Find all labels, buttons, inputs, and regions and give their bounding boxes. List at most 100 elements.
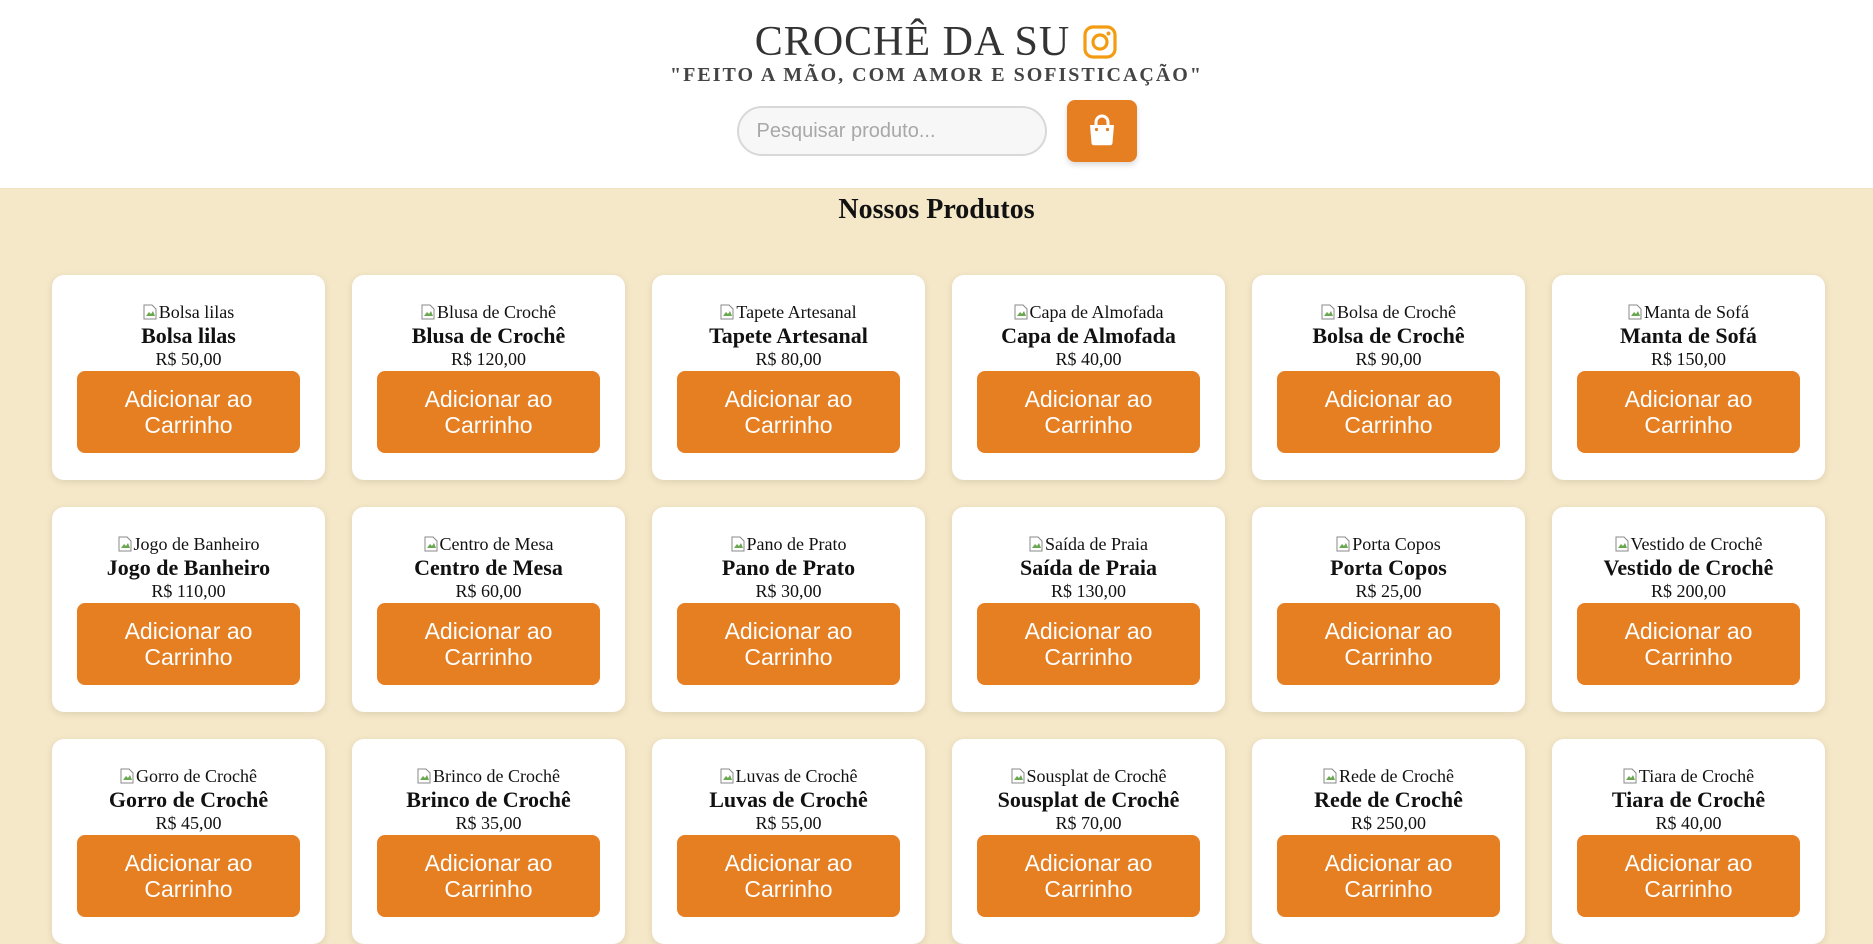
- product-image-alt: Brinco de Crochê: [433, 765, 560, 786]
- broken-image-icon: [1628, 304, 1642, 320]
- product-name: Luvas de Crochê: [709, 787, 868, 812]
- add-to-cart-button[interactable]: Adicionar ao Carrinho: [977, 371, 1200, 453]
- product-image-alt: Saída de Praia: [1045, 533, 1148, 554]
- product-grid: Bolsa lilas Bolsa lilas R$ 50,00 Adicionar …: [52, 275, 1825, 944]
- product-card: Bolsa lilas Bolsa lilas R$ 50,00 Adicionar …: [52, 275, 325, 480]
- product-card: Blusa de Crochê Blusa de Crochê R$ 120,00 A…: [352, 275, 625, 480]
- product-image: Saída de Praia: [952, 533, 1225, 555]
- products-section: Nossos Produtos Bolsa lilas Bolsa lilas R$…: [0, 193, 1873, 944]
- search-input[interactable]: [736, 106, 1047, 156]
- product-image-alt: Bolsa lilas: [158, 301, 235, 322]
- product-name: Brinco de Crochê: [406, 787, 571, 812]
- product-image: Manta de Sofá: [1552, 301, 1825, 323]
- add-to-cart-button[interactable]: Adicionar ao Carrinho: [377, 371, 600, 453]
- product-price: R$ 35,00: [455, 813, 522, 833]
- product-name: Bolsa de Crochê: [1312, 323, 1465, 348]
- product-price: R$ 40,00: [1655, 813, 1722, 833]
- broken-image-icon: [1029, 536, 1043, 552]
- product-card: Bolsa de Crochê Bolsa de Crochê R$ 90,00 Ad…: [1252, 275, 1525, 480]
- product-price: R$ 200,00: [1650, 581, 1726, 601]
- product-price: R$ 25,00: [1355, 581, 1422, 601]
- product-image-alt: Rede de Crochê: [1339, 765, 1454, 786]
- add-to-cart-button[interactable]: Adicionar ao Carrinho: [1277, 371, 1500, 453]
- product-name: Jogo de Banheiro: [106, 555, 271, 580]
- add-to-cart-button[interactable]: Adicionar ao Carrinho: [377, 835, 600, 917]
- product-name: Rede de Crochê: [1314, 787, 1463, 812]
- product-name: Tiara de Crochê: [1611, 787, 1766, 812]
- product-price: R$ 130,00: [1050, 581, 1126, 601]
- broken-image-icon: [1321, 304, 1335, 320]
- product-image-alt: Centro de Mesa: [439, 533, 554, 554]
- site-header: CROCHÊ DA SU "FEITO A MÃO, COM AMOR E SO…: [0, 0, 1873, 189]
- product-name: Manta de Sofá: [1620, 323, 1757, 348]
- product-image-alt: Luvas de Crochê: [735, 765, 858, 786]
- product-price: R$ 150,00: [1650, 349, 1726, 369]
- product-image: Luvas de Crochê: [652, 765, 925, 787]
- broken-image-icon: [720, 304, 734, 320]
- broken-image-icon: [720, 768, 734, 784]
- product-name: Pano de Prato: [721, 555, 856, 580]
- broken-image-icon: [731, 536, 745, 552]
- broken-image-icon: [1014, 304, 1028, 320]
- product-image: Bolsa lilas: [52, 301, 325, 323]
- broken-image-icon: [120, 768, 134, 784]
- add-to-cart-button[interactable]: Adicionar ao Carrinho: [677, 603, 900, 685]
- product-price: R$ 30,00: [755, 581, 822, 601]
- add-to-cart-button[interactable]: Adicionar ao Carrinho: [377, 603, 600, 685]
- add-to-cart-button[interactable]: Adicionar ao Carrinho: [1277, 603, 1500, 685]
- add-to-cart-button[interactable]: Adicionar ao Carrinho: [1277, 835, 1500, 917]
- product-card: Manta de Sofá Manta de Sofá R$ 150,00 Adici…: [1552, 275, 1825, 480]
- product-image-alt: Porta Copos: [1352, 533, 1441, 554]
- product-price: R$ 80,00: [755, 349, 822, 369]
- brand-row: CROCHÊ DA SU: [0, 18, 1873, 66]
- product-card: Gorro de Crochê Gorro de Crochê R$ 45,00 Ad…: [52, 739, 325, 944]
- add-to-cart-button[interactable]: Adicionar ao Carrinho: [77, 835, 300, 917]
- brand-title: CROCHÊ DA SU: [754, 19, 1071, 65]
- product-price: R$ 40,00: [1055, 349, 1122, 369]
- product-image-alt: Tiara de Crochê: [1638, 765, 1755, 786]
- product-name: Centro de Mesa: [414, 555, 563, 580]
- product-name: Gorro de Crochê: [108, 787, 269, 812]
- product-image-alt: Jogo de Banheiro: [133, 533, 260, 554]
- add-to-cart-button[interactable]: Adicionar ao Carrinho: [977, 835, 1200, 917]
- product-card: Capa de Almofada Capa de Almofada R$ 40,00…: [952, 275, 1225, 480]
- broken-image-icon: [1323, 768, 1337, 784]
- product-image: Jogo de Banheiro: [52, 533, 325, 555]
- tagline: "FEITO A MÃO, COM AMOR E SOFISTICAÇÃO": [670, 64, 1203, 86]
- broken-image-icon: [424, 536, 438, 552]
- product-image-alt: Vestido de Crochê: [1630, 533, 1763, 554]
- product-image: Vestido de Crochê: [1552, 533, 1825, 555]
- product-price: R$ 55,00: [755, 813, 822, 833]
- search-row: [0, 100, 1873, 162]
- product-image: Capa de Almofada: [952, 301, 1225, 323]
- add-to-cart-button[interactable]: Adicionar ao Carrinho: [677, 835, 900, 917]
- add-to-cart-button[interactable]: Adicionar ao Carrinho: [1577, 603, 1800, 685]
- broken-image-icon: [118, 536, 132, 552]
- product-price: R$ 120,00: [450, 349, 526, 369]
- product-image-alt: Blusa de Crochê: [437, 301, 556, 322]
- add-to-cart-button[interactable]: Adicionar ao Carrinho: [1577, 371, 1800, 453]
- cart-button[interactable]: [1066, 100, 1137, 162]
- product-image: Blusa de Crochê: [352, 301, 625, 323]
- add-to-cart-button[interactable]: Adicionar ao Carrinho: [977, 603, 1200, 685]
- add-to-cart-button[interactable]: Adicionar ao Carrinho: [77, 371, 300, 453]
- product-image: Pano de Prato: [652, 533, 925, 555]
- product-price: R$ 110,00: [151, 581, 226, 601]
- broken-image-icon: [1623, 768, 1637, 784]
- product-name: Porta Copos: [1330, 555, 1447, 580]
- add-to-cart-button[interactable]: Adicionar ao Carrinho: [677, 371, 900, 453]
- add-to-cart-button[interactable]: Adicionar ao Carrinho: [77, 603, 300, 685]
- product-name: Sousplat de Crochê: [997, 787, 1180, 812]
- product-price: R$ 90,00: [1355, 349, 1422, 369]
- product-card: Sousplat de Crochê Sousplat de Crochê R$ 7…: [952, 739, 1225, 944]
- add-to-cart-button[interactable]: Adicionar ao Carrinho: [1577, 835, 1800, 917]
- product-price: R$ 70,00: [1055, 813, 1122, 833]
- product-card: Tapete Artesanal Tapete Artesanal R$ 80,00…: [652, 275, 925, 480]
- product-card: Rede de Crochê Rede de Crochê R$ 250,00 Adi…: [1252, 739, 1525, 944]
- instagram-icon[interactable]: [1082, 24, 1118, 60]
- section-title: Nossos Produtos: [838, 194, 1035, 225]
- product-image: Tiara de Crochê: [1552, 765, 1825, 787]
- product-image: Rede de Crochê: [1252, 765, 1525, 787]
- product-name: Bolsa lilas: [141, 323, 236, 348]
- product-image-alt: Pano de Prato: [746, 533, 847, 554]
